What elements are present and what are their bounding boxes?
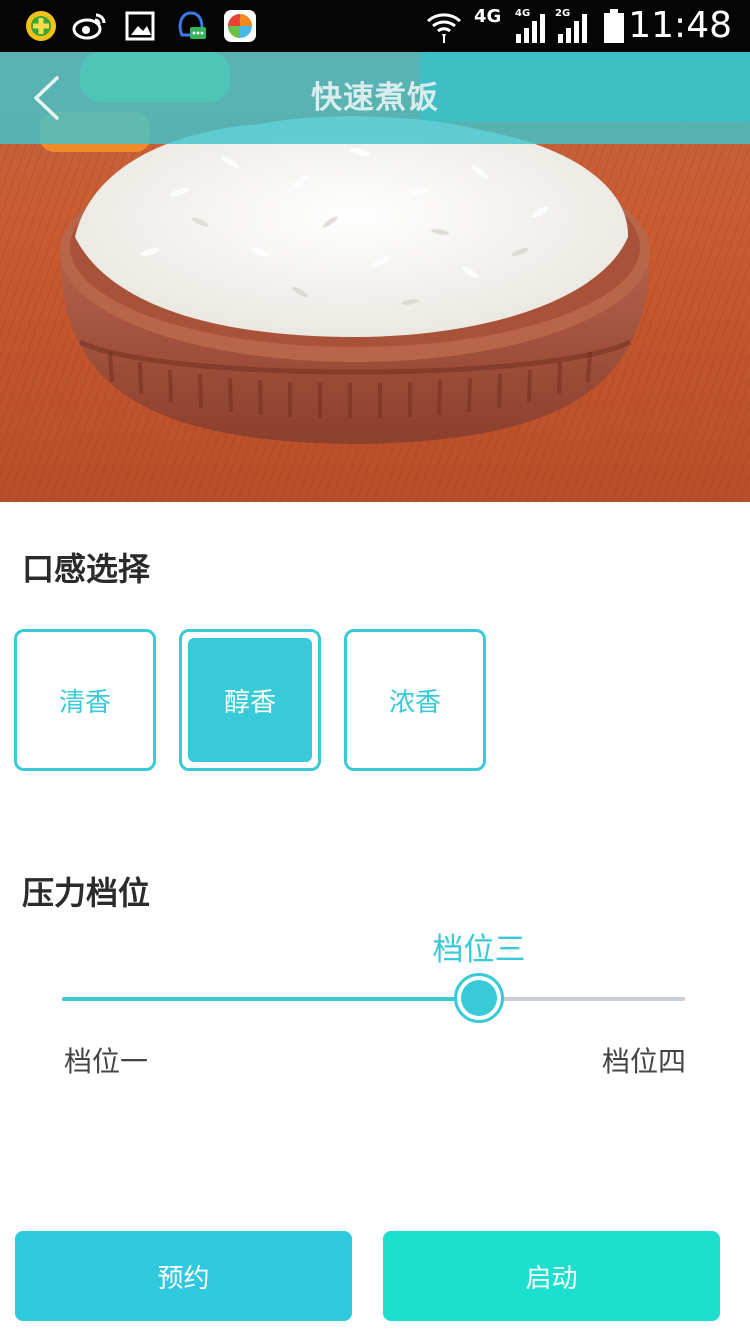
- title-bar: 快速煮饭: [0, 52, 750, 144]
- pressure-slider-track[interactable]: [62, 997, 685, 1001]
- selected-fill: 醇香: [188, 638, 312, 762]
- slider-thumb-core: [461, 980, 497, 1016]
- pressure-slider-thumb[interactable]: [454, 973, 504, 1023]
- qq-chat-icon: [174, 9, 208, 43]
- page-title: 快速煮饭: [311, 80, 439, 116]
- pressure-max-label: 档位四: [601, 1045, 686, 1078]
- status-bar: 4G 4G 2G 11:48: [0, 0, 750, 52]
- reserve-button[interactable]: 预约: [15, 1231, 352, 1321]
- game-center-icon: [223, 9, 257, 43]
- start-button-label: 启动: [525, 1263, 578, 1294]
- taste-option-label: 浓香: [388, 687, 441, 718]
- taste-option-light[interactable]: 清香: [14, 629, 156, 771]
- clock: 11:48: [628, 5, 732, 46]
- battery-icon: [602, 8, 626, 44]
- 360-app-icon: [24, 9, 58, 43]
- pressure-current-level: 档位三: [432, 932, 526, 968]
- taste-option-label: 醇香: [223, 687, 276, 718]
- gallery-icon: [123, 9, 157, 43]
- signal-icon: [556, 12, 592, 44]
- signal-icon: [514, 12, 550, 44]
- wifi-icon: [426, 9, 462, 43]
- network-type: 4G: [474, 6, 502, 27]
- start-button[interactable]: 启动: [383, 1231, 720, 1321]
- pressure-slider-fill: [62, 997, 479, 1001]
- reserve-button-label: 预约: [157, 1263, 210, 1294]
- rice-bowl-hero-image: 快速煮饭: [0, 52, 750, 502]
- pressure-min-label: 档位一: [64, 1045, 149, 1078]
- taste-option-mellow[interactable]: 醇香: [179, 629, 321, 771]
- weibo-icon: [72, 9, 106, 43]
- taste-section-title: 口感选择: [22, 550, 151, 588]
- pressure-section-title: 压力档位: [22, 874, 151, 912]
- taste-option-label: 清香: [58, 687, 111, 718]
- taste-option-rich[interactable]: 浓香: [344, 629, 486, 771]
